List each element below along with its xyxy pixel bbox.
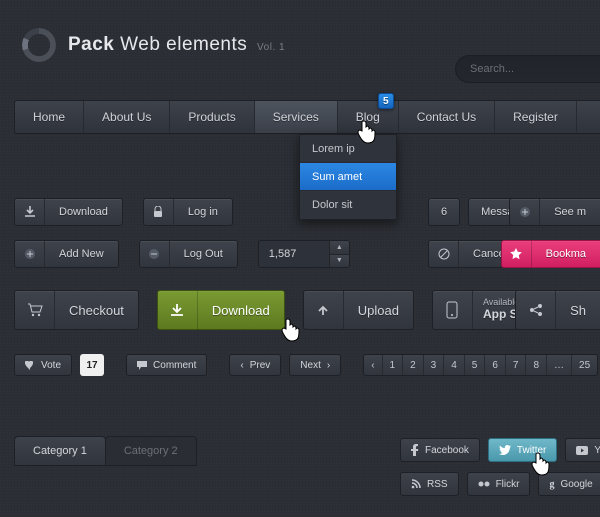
main-nav: Home About Us Products Services Blog 5 C… bbox=[14, 100, 600, 134]
next-button[interactable]: Next › bbox=[289, 354, 341, 376]
facebook-button[interactable]: Facebook bbox=[400, 438, 480, 462]
phone-icon bbox=[433, 291, 473, 329]
plus-circle-icon bbox=[15, 241, 45, 267]
twitter-button[interactable]: Twitter bbox=[488, 438, 557, 462]
tab-category-1[interactable]: Category 1 bbox=[14, 436, 106, 466]
google-button[interactable]: g Google bbox=[538, 472, 600, 496]
heart-icon bbox=[25, 361, 35, 370]
pager-page[interactable]: 6 bbox=[485, 355, 506, 375]
cancel-icon bbox=[429, 241, 459, 267]
spinner-value: 1,587 bbox=[259, 241, 329, 267]
rss-button[interactable]: RSS bbox=[400, 472, 459, 496]
download-icon bbox=[158, 291, 198, 329]
tab-category-2[interactable]: Category 2 bbox=[105, 436, 197, 466]
share-button[interactable]: Sh bbox=[515, 290, 600, 330]
flickr-button[interactable]: Flickr bbox=[467, 472, 531, 496]
spinner-up[interactable]: ▲ bbox=[330, 241, 349, 255]
dropdown-item-1[interactable]: Sum amet bbox=[300, 163, 396, 191]
bookmark-button[interactable]: Bookma bbox=[501, 240, 600, 268]
pager: ‹ 1 2 3 4 5 6 7 8 … 25 bbox=[363, 354, 598, 376]
vote-count: 17 bbox=[80, 354, 104, 376]
download-big-button[interactable]: Download bbox=[157, 290, 285, 330]
pager-page-last[interactable]: 25 bbox=[572, 355, 597, 375]
nav-about[interactable]: About Us bbox=[84, 101, 170, 133]
logout-button[interactable]: Log Out bbox=[139, 240, 238, 268]
category-tabs: Category 1 Category 2 bbox=[14, 436, 196, 466]
pager-page[interactable]: 8 bbox=[526, 355, 547, 375]
pager-page[interactable]: 7 bbox=[506, 355, 527, 375]
comment-button[interactable]: Comment bbox=[126, 354, 207, 376]
vote-button[interactable]: Vote bbox=[14, 354, 72, 376]
pager-page[interactable]: 3 bbox=[424, 355, 445, 375]
pager-page[interactable]: 5 bbox=[465, 355, 486, 375]
lock-icon bbox=[144, 199, 174, 225]
dropdown-item-2[interactable]: Dolor sit bbox=[300, 191, 396, 219]
chevron-right-icon: › bbox=[327, 360, 330, 371]
share-icon bbox=[516, 291, 556, 329]
download-button[interactable]: Download bbox=[14, 198, 123, 226]
plus-circle-icon bbox=[510, 199, 540, 225]
upload-icon bbox=[304, 291, 344, 329]
message-count[interactable]: 6 bbox=[428, 198, 460, 226]
pager-page[interactable]: 2 bbox=[403, 355, 424, 375]
search-input[interactable]: Search... bbox=[455, 55, 600, 83]
login-button[interactable]: Log in bbox=[143, 198, 233, 226]
star-icon bbox=[502, 241, 532, 267]
pager-prev[interactable]: ‹ bbox=[364, 355, 382, 375]
page-title: Pack Web elements Vol. 1 bbox=[68, 34, 285, 56]
blog-badge: 5 bbox=[378, 93, 394, 109]
download-icon bbox=[15, 199, 45, 225]
see-more-button[interactable]: See m bbox=[509, 198, 600, 226]
checkout-button[interactable]: Checkout bbox=[14, 290, 139, 330]
youtube-button[interactable]: Youtu bbox=[565, 438, 600, 462]
minus-circle-icon bbox=[140, 241, 170, 267]
rss-icon bbox=[411, 479, 421, 489]
services-dropdown: Lorem ip Sum amet Dolor sit bbox=[299, 134, 397, 220]
comment-icon bbox=[137, 361, 147, 370]
chevron-left-icon: ‹ bbox=[240, 360, 243, 371]
nav-services[interactable]: Services bbox=[255, 101, 338, 133]
youtube-icon bbox=[576, 446, 588, 455]
dropdown-item-0[interactable]: Lorem ip bbox=[300, 135, 396, 163]
pager-page[interactable]: 1 bbox=[383, 355, 404, 375]
upload-button[interactable]: Upload bbox=[303, 290, 414, 330]
add-new-button[interactable]: Add New bbox=[14, 240, 119, 268]
facebook-icon bbox=[411, 444, 419, 456]
nav-register[interactable]: Register bbox=[495, 101, 577, 133]
nav-blog[interactable]: Blog 5 bbox=[338, 101, 399, 133]
cart-icon bbox=[15, 291, 55, 329]
pager-page[interactable]: 4 bbox=[444, 355, 465, 375]
pager-ellipsis: … bbox=[547, 355, 572, 375]
nav-products[interactable]: Products bbox=[170, 101, 254, 133]
logo-ring-icon bbox=[22, 28, 56, 62]
prev-button[interactable]: ‹ Prev bbox=[229, 354, 281, 376]
nav-contact[interactable]: Contact Us bbox=[399, 101, 495, 133]
google-icon: g bbox=[549, 479, 554, 490]
number-spinner[interactable]: 1,587 ▲ ▼ bbox=[258, 240, 350, 268]
twitter-icon bbox=[499, 445, 511, 455]
nav-home[interactable]: Home bbox=[15, 101, 84, 133]
spinner-down[interactable]: ▼ bbox=[330, 255, 349, 268]
flickr-icon bbox=[478, 481, 490, 487]
